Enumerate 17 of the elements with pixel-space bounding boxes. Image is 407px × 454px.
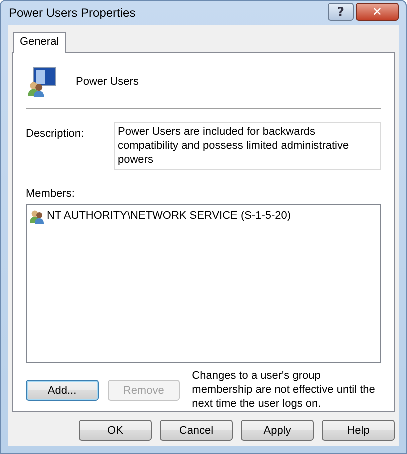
description-field[interactable]: Power Users are included for backwards compatibility and possess limited administrative powers: [114, 122, 381, 170]
members-list[interactable]: NT AUTHORITY\NETWORK SERVICE (S-1-5-20): [26, 204, 381, 363]
tab[interactable]: General: [13, 32, 66, 53]
users-icon: [29, 208, 45, 224]
membership-note: Changes to a user's group membership are not effective until the next time the user logs on.: [192, 369, 376, 411]
users-monitor-icon: [26, 66, 58, 98]
description-label: Description:: [26, 127, 86, 140]
group-name: Power Users: [76, 76, 139, 88]
members-label: Members:: [26, 188, 76, 200]
member-item[interactable]: NT AUTHORITY\NETWORK SERVICE (S-1-5-20): [47, 210, 292, 222]
dialog-button[interactable]: OK: [79, 420, 152, 441]
dialog-button[interactable]: Cancel: [160, 420, 233, 441]
dialog-button[interactable]: Apply: [241, 420, 314, 441]
dialog-button[interactable]: Help: [322, 420, 395, 441]
member-button[interactable]: Add...: [26, 380, 99, 401]
window-title: Power Users Properties: [9, 6, 136, 20]
help-button[interactable]: ?: [328, 3, 354, 21]
